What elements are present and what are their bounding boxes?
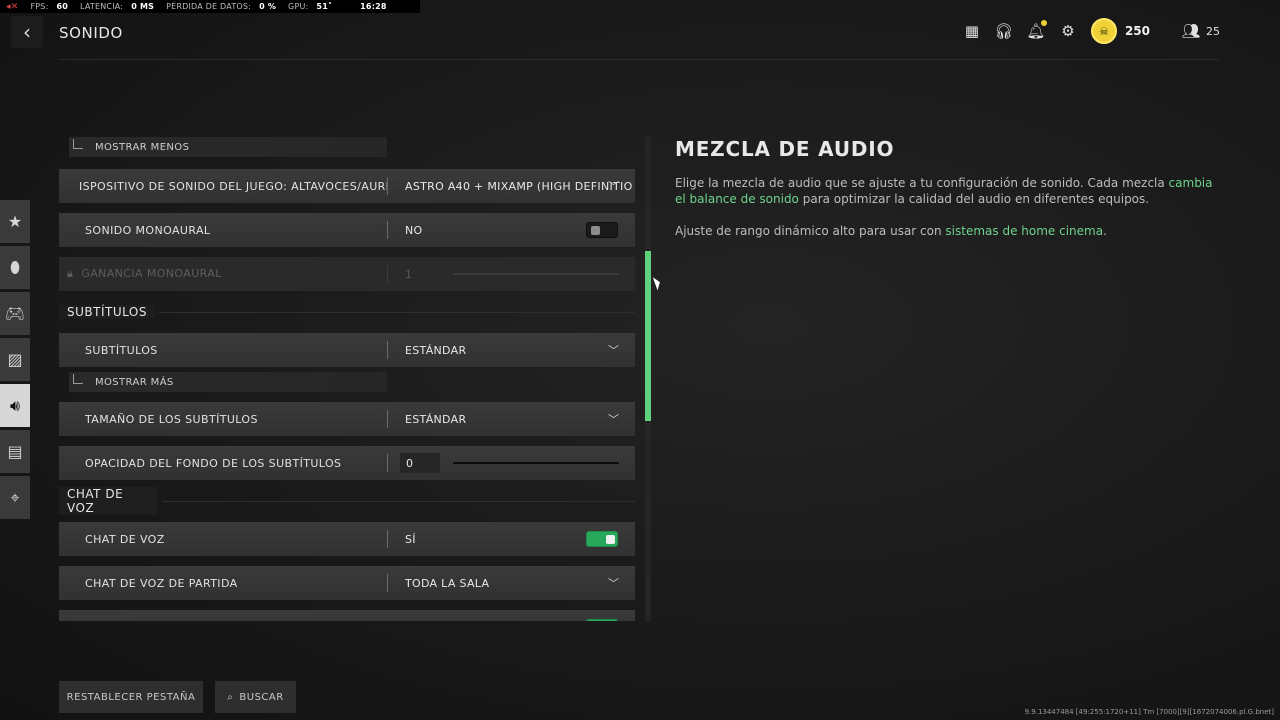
rank-value: 250 bbox=[1124, 24, 1150, 38]
reset-tab-label: RESTABLECER PESTAÑA bbox=[66, 691, 196, 703]
sidebar-item-graphics[interactable]: ▨ bbox=[0, 338, 30, 381]
description-title: MEZCLA DE AUDIO bbox=[675, 137, 895, 161]
back-button[interactable]: ‹ bbox=[11, 16, 43, 48]
description-paragraph-1: Elige la mezcla de audio que se ajuste a… bbox=[675, 176, 1213, 206]
subtitle-bg-opacity-row[interactable]: OPACIDAD DEL FONDO DE LOS SUBTÍTULOS 0 bbox=[59, 446, 635, 480]
toggle-knob bbox=[591, 226, 600, 235]
speaker-icon: 🔊︎ bbox=[9, 395, 21, 415]
network-icon: ⌖ bbox=[10, 487, 20, 507]
star-icon: ★ bbox=[7, 212, 23, 231]
mono-gain-slider bbox=[453, 273, 619, 275]
mouse-cursor-icon bbox=[652, 275, 663, 291]
sidebar-item-audio[interactable]: 🔊︎ bbox=[0, 384, 30, 427]
subtitles-value: ESTÁNDAR bbox=[405, 343, 467, 357]
subtitle-size-label: TAMAÑO DE LOS SUBTÍTULOS bbox=[85, 412, 258, 426]
settings-list: MOSTRAR MENOS ISPOSITIVO DE SONIDO DEL J… bbox=[59, 137, 635, 621]
latency-readout: LATENCIA: 0 MS bbox=[80, 2, 155, 11]
section-rule bbox=[161, 500, 635, 502]
bell-icon[interactable]: 🔔︎ bbox=[1026, 20, 1047, 40]
chevron-down-icon: ﹀ bbox=[608, 180, 619, 193]
display-icon: ▨ bbox=[7, 350, 23, 369]
audio-device-label: ISPOSITIVO DE SONIDO DEL JUEGO: ALTAVOCE… bbox=[79, 179, 387, 193]
sidebar-item-network[interactable]: ⌖ bbox=[0, 476, 30, 519]
description-paragraph-2: Ajuste de rango dinámico alto para usar … bbox=[675, 224, 1107, 238]
chevron-down-icon: ﹀ bbox=[608, 344, 619, 357]
mono-audio-row[interactable]: SONIDO MONOAURAL NO bbox=[59, 213, 635, 247]
reset-tab-button[interactable]: RESTABLECER PESTAÑA bbox=[59, 681, 203, 713]
match-voice-chat-row[interactable]: CHAT DE VOZ DE PARTIDA TODA LA SALA ﹀ bbox=[59, 566, 635, 600]
network-warning-icon: ◂✕ bbox=[6, 1, 19, 12]
toggle-knob bbox=[606, 535, 615, 544]
rank-badge-icon[interactable]: ☠ bbox=[1090, 18, 1117, 44]
match-voice-chat-value: TODA LA SALA bbox=[405, 576, 490, 590]
value-box[interactable]: 0 bbox=[400, 453, 440, 473]
search-button[interactable]: ⌕ BUSCAR bbox=[215, 681, 296, 713]
subtitle-bg-opacity-slider[interactable] bbox=[453, 462, 619, 464]
chevron-down-icon: ﹀ bbox=[608, 577, 619, 590]
match-voice-chat-label: CHAT DE VOZ DE PARTIDA bbox=[85, 576, 238, 590]
interface-icon: ▤ bbox=[7, 442, 23, 461]
show-less-label: MOSTRAR MENOS bbox=[95, 141, 190, 153]
fps-readout: FPS: 60 bbox=[30, 2, 69, 11]
subtitle-bg-opacity-label: OPACIDAD DEL FONDO DE LOS SUBTÍTULOS bbox=[85, 456, 342, 470]
clock: 16:28 bbox=[360, 2, 387, 11]
highlight-home-cinema: sistemas de home cinema bbox=[945, 224, 1104, 238]
partial-row[interactable] bbox=[59, 610, 635, 621]
show-more-label: MOSTRAR MÁS bbox=[95, 376, 174, 388]
mono-audio-toggle[interactable] bbox=[586, 222, 618, 238]
voice-chat-section-title: CHAT DE VOZ bbox=[59, 487, 158, 515]
build-info: 9.9.13447484 [49:255:1720+11] Tm [7000][… bbox=[1024, 708, 1274, 716]
top-icon-bar: ▦ 🎧︎ 🔔︎ ⚙ ☠ 250 👥︎ 25 bbox=[963, 18, 1220, 44]
friends-icon: 👥︎ bbox=[1181, 22, 1201, 40]
voice-chat-row[interactable]: CHAT DE VOZ SÍ bbox=[59, 522, 635, 556]
chevron-left-icon: ‹ bbox=[23, 20, 31, 44]
notification-dot bbox=[1040, 20, 1047, 26]
subtitles-section-header: SUBTÍTULOS bbox=[59, 301, 635, 323]
grid-icon[interactable]: ▦ bbox=[963, 22, 981, 40]
sidebar-item-controller[interactable]: 🎮︎ bbox=[0, 292, 30, 335]
mono-gain-label: 🔒︎ GANANCIA MONOAURAL bbox=[67, 267, 222, 280]
controller-icon: 🎮︎ bbox=[4, 304, 26, 323]
gpu-readout: GPU: 51˚ bbox=[288, 2, 333, 11]
header-divider bbox=[59, 59, 1219, 60]
tree-corner-icon bbox=[73, 139, 83, 149]
settings-sidebar: ★ ⬮ 🎮︎ ▨ 🔊︎ ▤ ⌖ bbox=[0, 200, 31, 522]
show-more-link[interactable]: MOSTRAR MÁS bbox=[69, 372, 387, 392]
subtitles-row[interactable]: SUBTÍTULOS ESTÁNDAR ﹀ bbox=[59, 333, 635, 367]
voice-chat-label: CHAT DE VOZ bbox=[85, 532, 165, 546]
settings-scrollbar[interactable] bbox=[645, 137, 651, 621]
section-rule bbox=[158, 311, 635, 313]
chevron-down-icon: ﹀ bbox=[608, 413, 619, 426]
page-title: SONIDO bbox=[59, 24, 123, 42]
search-label: BUSCAR bbox=[239, 691, 284, 703]
voice-chat-toggle[interactable] bbox=[586, 531, 618, 547]
packet-loss-readout: PÉRDIDA DE DATOS: 0 % bbox=[166, 2, 277, 11]
headset-icon[interactable]: 🎧︎ bbox=[994, 22, 1013, 40]
subtitles-label: SUBTÍTULOS bbox=[85, 343, 158, 357]
subtitle-size-row[interactable]: TAMAÑO DE LOS SUBTÍTULOS ESTÁNDAR ﹀ bbox=[59, 402, 635, 436]
partial-row-toggle[interactable] bbox=[586, 619, 618, 621]
mono-audio-label: SONIDO MONOAURAL bbox=[85, 223, 211, 237]
voice-chat-section-header: CHAT DE VOZ bbox=[59, 487, 635, 515]
subtitles-section-title: SUBTÍTULOS bbox=[59, 305, 155, 319]
sidebar-item-mouse[interactable]: ⬮ bbox=[0, 246, 30, 289]
show-less-link[interactable]: MOSTRAR MENOS bbox=[69, 137, 387, 157]
audio-device-row[interactable]: ISPOSITIVO DE SONIDO DEL JUEGO: ALTAVOCE… bbox=[59, 169, 635, 203]
mono-gain-row: 🔒︎ GANANCIA MONOAURAL 1 bbox=[59, 257, 635, 291]
sidebar-item-interface[interactable]: ▤ bbox=[0, 430, 30, 473]
description-panel: MEZCLA DE AUDIO Elige la mezcla de audio… bbox=[675, 137, 1215, 239]
tree-corner-icon bbox=[73, 374, 83, 384]
friends-button[interactable]: 👥︎ 25 bbox=[1181, 22, 1220, 40]
subtitle-size-value: ESTÁNDAR bbox=[405, 412, 467, 426]
lock-icon: 🔒︎ bbox=[67, 267, 74, 280]
telemetry-bar: ◂✕ FPS: 60 LATENCIA: 0 MS PÉRDIDA DE DATOS… bbox=[0, 0, 420, 13]
search-icon: ⌕ bbox=[227, 691, 234, 703]
sidebar-item-favorites[interactable]: ★ bbox=[0, 200, 30, 243]
mouse-icon: ⬮ bbox=[9, 257, 21, 277]
friends-count: 25 bbox=[1206, 24, 1220, 38]
scrollbar-thumb[interactable] bbox=[645, 251, 651, 421]
audio-device-value: ASTRO A40 + MIXAMP (HIGH DEFINITIO bbox=[405, 179, 633, 193]
gear-icon[interactable]: ⚙ bbox=[1059, 22, 1077, 40]
